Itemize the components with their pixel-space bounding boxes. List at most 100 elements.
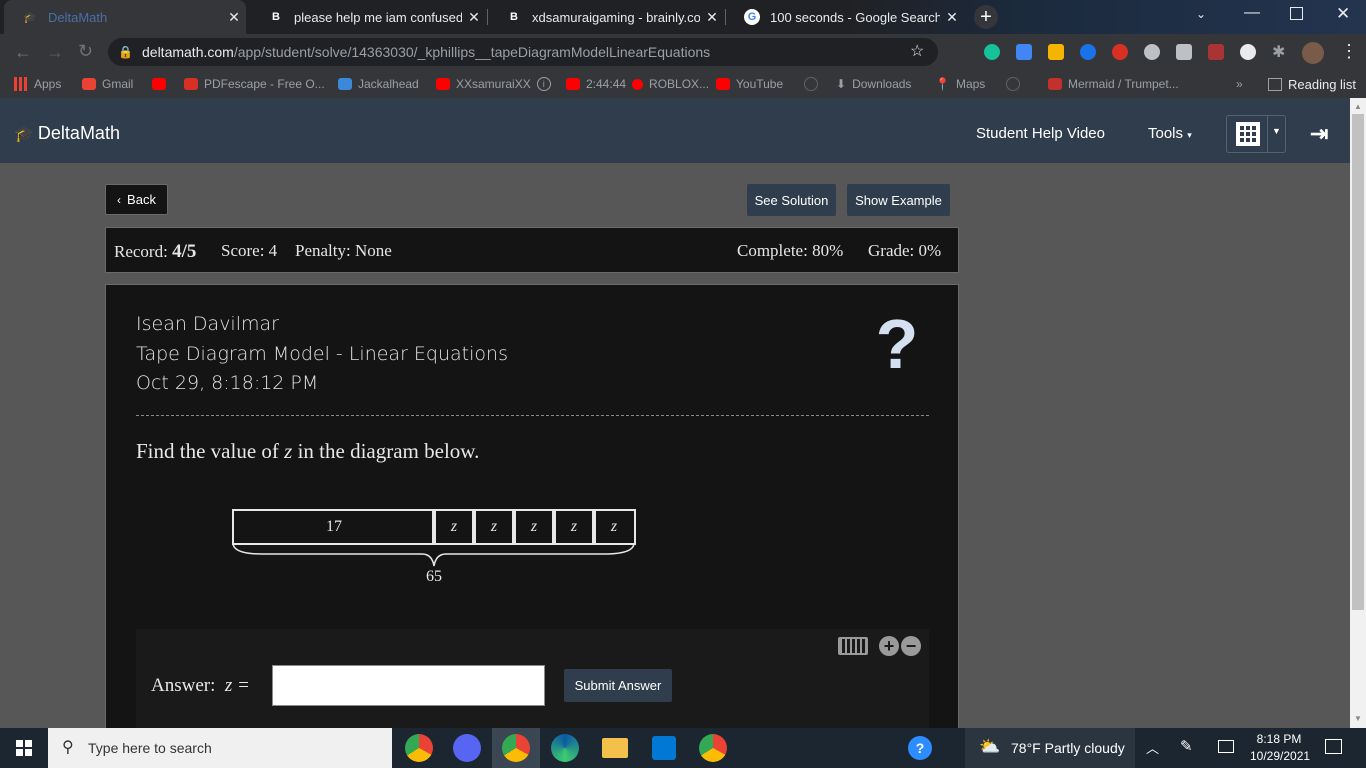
edge-icon[interactable]	[551, 734, 579, 762]
profile-avatar[interactable]	[1302, 42, 1324, 64]
chrome-icon[interactable]	[699, 734, 727, 762]
url-domain: deltamath.com	[142, 44, 234, 60]
bookmark-roblox-video[interactable]: 2:44:44 ROBLOX...	[566, 70, 709, 98]
extension-icon[interactable]	[1240, 44, 1256, 60]
chrome-icon[interactable]	[405, 734, 433, 762]
bookmark-label: Downloads	[852, 77, 912, 91]
reload-icon[interactable]: ↻	[78, 41, 93, 62]
tab-title: xdsamuraigaming - brainly.com	[532, 9, 700, 25]
tape-segment-z: z	[592, 509, 636, 545]
address-bar[interactable]: 🔒 deltamath.com/app/student/solve/143630…	[108, 38, 938, 66]
brainly-icon: B	[272, 11, 280, 23]
bookmark-downloads[interactable]: ⬇ Downloads	[836, 70, 911, 98]
bookmark-jackalhead[interactable]: Jackalhead	[338, 70, 419, 98]
extension-icon[interactable]	[1048, 44, 1064, 60]
forward-nav-icon[interactable]: →	[46, 42, 64, 63]
bookmark-xxsamuraixx[interactable]: XXsamuraiXX i	[436, 70, 551, 98]
clock[interactable]: 8:18 PM 10/29/2021	[1250, 731, 1310, 765]
tab-search-icon[interactable]: ⌄	[1196, 7, 1206, 21]
extension-icon[interactable]	[1144, 44, 1160, 60]
close-tab-icon[interactable]: ✕	[700, 9, 724, 26]
zoom-in-icon[interactable]: +	[879, 636, 899, 656]
bookmark-mermaid-trumpet[interactable]: Mermaid / Trumpet...	[1048, 70, 1179, 98]
close-tab-icon[interactable]: ✕	[462, 9, 486, 26]
tools-menu[interactable]: Tools ▾	[1148, 125, 1192, 142]
extension-icon[interactable]	[1208, 44, 1224, 60]
menu-kebab-icon[interactable]: ⋮	[1340, 41, 1358, 62]
student-help-video-link[interactable]: Student Help Video	[976, 125, 1105, 142]
display-icon[interactable]	[1218, 740, 1234, 753]
help-question-icon[interactable]: ?	[872, 309, 922, 379]
prompt-text: Find the value of	[136, 439, 279, 463]
back-nav-icon[interactable]: ←	[14, 42, 32, 63]
deltamath-logo[interactable]: 🎓 DeltaMath	[14, 123, 120, 144]
logo-text: DeltaMath	[37, 123, 120, 143]
bookmark-apps[interactable]: Apps	[14, 70, 61, 98]
zoom-out-icon[interactable]: −	[901, 636, 921, 656]
search-placeholder: Type here to search	[88, 740, 212, 756]
discord-icon[interactable]	[453, 734, 481, 762]
keyboard-icon[interactable]	[838, 637, 868, 655]
show-example-button[interactable]: Show Example	[847, 184, 950, 216]
tab-brainly-question[interactable]: B please help me iam confused - Br ✕	[250, 0, 486, 34]
bookmark-gmail[interactable]: Gmail	[82, 70, 133, 98]
caret-down-icon[interactable]: ▼	[1272, 126, 1281, 136]
download-icon: ⬇	[836, 77, 847, 91]
tab-brainly-profile[interactable]: B xdsamuraigaming - brainly.com ✕	[488, 0, 724, 34]
scrollbar-thumb[interactable]	[1352, 114, 1364, 610]
file-explorer-icon[interactable]	[602, 738, 628, 758]
scroll-up-arrow-icon[interactable]: ▲	[1354, 102, 1362, 111]
store-icon[interactable]	[652, 736, 676, 760]
new-tab-button[interactable]: +	[974, 5, 998, 29]
prompt-variable: z	[284, 439, 293, 463]
problem-timestamp: Oct 29, 8:18:12 PM	[136, 372, 319, 394]
windows-start-icon[interactable]	[16, 740, 32, 756]
weather-widget[interactable]: ⛅ 78°F Partly cloudy	[965, 728, 1135, 768]
answer-input[interactable]	[272, 665, 545, 706]
bookmark-pdfescape[interactable]: PDFescape - Free O...	[184, 70, 325, 98]
help-notification-icon[interactable]: ?	[908, 736, 932, 760]
close-tab-icon[interactable]: ✕	[222, 9, 246, 26]
puzzle-extensions-icon[interactable]: ✱	[1272, 42, 1285, 62]
bookmark-globe[interactable]	[804, 70, 818, 98]
page-scrollbar[interactable]: ▲ ▼	[1350, 98, 1366, 728]
youtube-icon	[152, 78, 166, 90]
problem-card: Isean Davilmar Tape Diagram Model - Line…	[105, 284, 959, 745]
bookmark-star-icon[interactable]: ☆	[910, 38, 924, 66]
close-tab-icon[interactable]: ✕	[940, 9, 964, 26]
bookmark-label: Apps	[34, 77, 62, 91]
tab-google-search[interactable]: G 100 seconds - Google Search ✕	[726, 0, 964, 34]
chevron-up-icon[interactable]: ︿	[1146, 738, 1159, 757]
bookmarks-overflow[interactable]: »	[1236, 70, 1243, 98]
bookmark-youtube[interactable]	[152, 70, 166, 98]
pdf-icon	[184, 78, 198, 90]
reading-list[interactable]: Reading list	[1268, 70, 1356, 98]
penalty-stat: Penalty: None	[295, 241, 392, 260]
submit-answer-button[interactable]: Submit Answer	[564, 669, 672, 702]
see-solution-button[interactable]: See Solution	[747, 184, 836, 216]
adblock-extension-icon[interactable]	[1112, 44, 1128, 60]
chevron-left-icon: ‹	[117, 192, 122, 207]
scroll-down-arrow-icon[interactable]: ▼	[1354, 714, 1362, 723]
extension-icon[interactable]	[1080, 44, 1096, 60]
back-button[interactable]: ‹ Back	[105, 184, 168, 215]
tab-deltamath[interactable]: 🎓 DeltaMath ✕	[4, 0, 246, 34]
minimize-icon[interactable]: —	[1244, 4, 1260, 22]
bookmark-youtube[interactable]: YouTube	[716, 70, 783, 98]
logout-icon[interactable]: ⇥	[1310, 121, 1328, 147]
bookmark-globe[interactable]	[1006, 70, 1020, 98]
notifications-icon[interactable]	[1325, 739, 1342, 754]
calculator-button[interactable]: ▼	[1226, 115, 1286, 153]
window-close-icon[interactable]: ✕	[1336, 4, 1350, 24]
bookmark-maps[interactable]: 📍 Maps	[935, 70, 985, 98]
problem-title: Tape Diagram Model - Linear Equations	[136, 343, 508, 365]
youtube-icon	[716, 78, 730, 90]
taskbar-search-box[interactable]: ⚲ Type here to search	[48, 728, 392, 768]
restore-icon[interactable]	[1290, 7, 1303, 20]
pen-icon[interactable]: ✎	[1180, 737, 1193, 755]
translate-extension-icon[interactable]	[1016, 44, 1032, 60]
tape-segment-z: z	[432, 509, 476, 545]
grammarly-extension-icon[interactable]	[984, 44, 1000, 60]
shield-extension-icon[interactable]	[1176, 44, 1192, 60]
chrome-icon[interactable]	[502, 734, 530, 762]
